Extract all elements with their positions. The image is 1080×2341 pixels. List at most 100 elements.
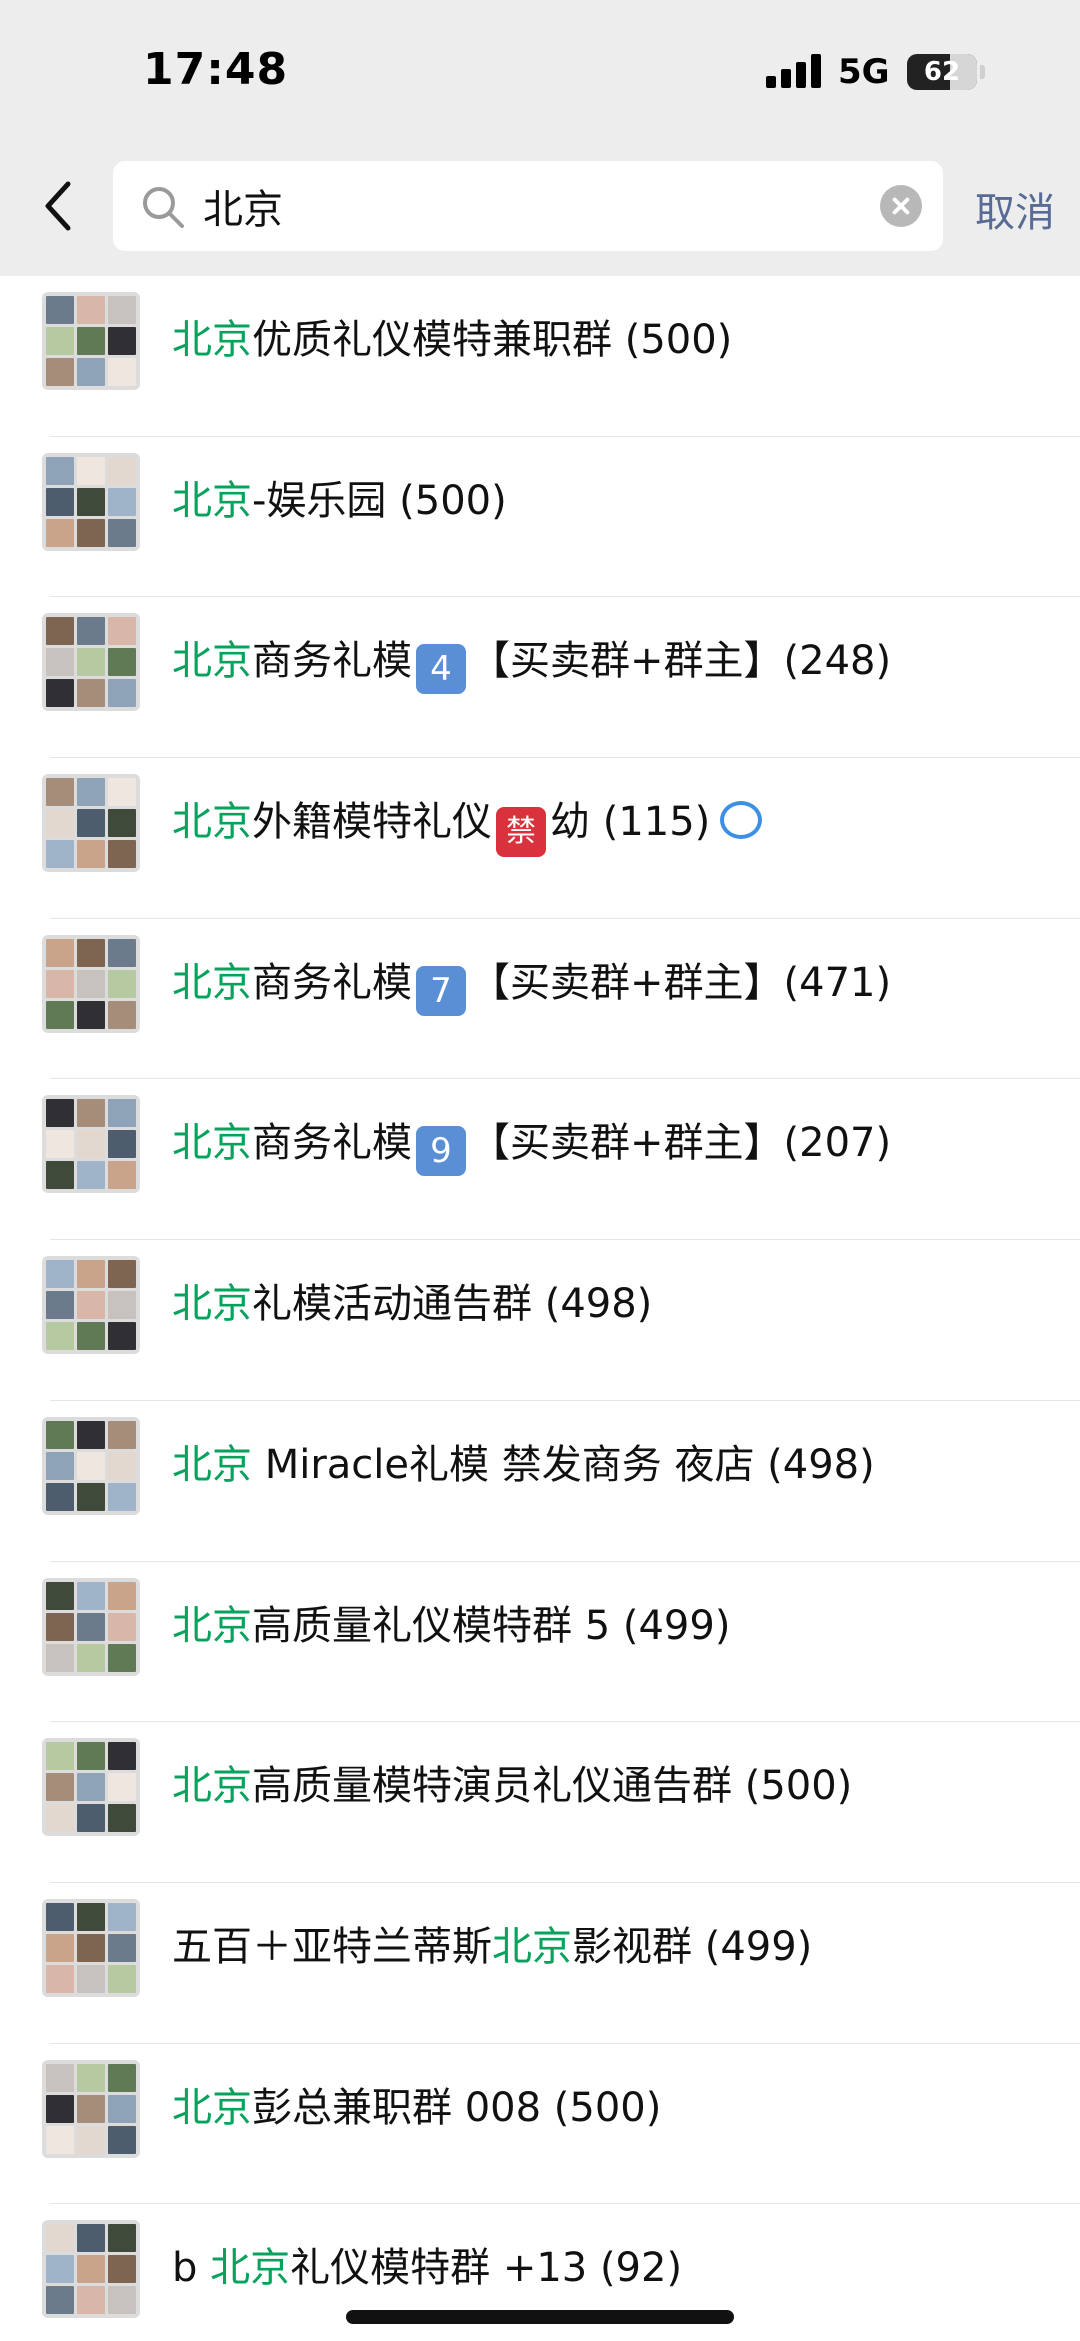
group-name-suffix: 幼 (115) bbox=[550, 799, 711, 846]
avatar-tile bbox=[77, 358, 105, 386]
avatar-tile bbox=[46, 938, 74, 967]
group-name-text: 影视群 (499) bbox=[572, 1923, 813, 1970]
group-name: 北京 Miracle礼模 禁发商务 夜店 (498) bbox=[172, 1435, 875, 1495]
avatar-tile bbox=[77, 1482, 105, 1511]
avatar-tile bbox=[77, 969, 105, 998]
cancel-button[interactable]: 取消 bbox=[975, 180, 1055, 238]
avatar-tile bbox=[108, 1322, 136, 1351]
group-name: 北京高质量礼仪模特群 5 (499) bbox=[172, 1596, 730, 1656]
avatar-tile bbox=[77, 1000, 105, 1029]
avatar-tile bbox=[77, 518, 105, 547]
search-input[interactable] bbox=[203, 173, 843, 239]
group-name-text: 商务礼模 bbox=[252, 1120, 412, 1167]
avatar-tile bbox=[108, 1451, 136, 1480]
search-bar[interactable] bbox=[113, 161, 943, 251]
avatar-tile bbox=[108, 1742, 136, 1771]
search-result-item[interactable]: 北京商务礼模 4 【买卖群+群主】(248) bbox=[0, 597, 1080, 759]
search-result-item[interactable]: 北京优质礼仪模特兼职群 (500) bbox=[0, 276, 1080, 437]
group-name-text: 优质礼仪模特兼职群 (500) bbox=[252, 317, 733, 363]
group-avatar bbox=[42, 1738, 140, 1837]
avatar-tile bbox=[77, 2286, 105, 2315]
avatar-tile bbox=[77, 1260, 105, 1289]
highlighted-keyword: 北京 bbox=[172, 638, 252, 685]
avatar-tile bbox=[46, 1773, 74, 1802]
status-time: 17:48 bbox=[143, 44, 289, 95]
avatar-tile bbox=[108, 1291, 136, 1320]
clear-search-icon[interactable] bbox=[880, 185, 922, 227]
avatar-tile bbox=[46, 1451, 74, 1480]
group-name: 五百＋亚特兰蒂斯北京影视群 (499) bbox=[172, 1917, 812, 1977]
battery-tip bbox=[980, 65, 985, 79]
avatar-tile bbox=[108, 2125, 136, 2154]
avatar-tile bbox=[77, 1964, 105, 1993]
search-result-item[interactable]: 北京高质量礼仪模特群 5 (499) bbox=[0, 1562, 1080, 1723]
group-avatar bbox=[42, 774, 140, 873]
home-indicator[interactable] bbox=[346, 2310, 734, 2324]
avatar-tile bbox=[108, 1000, 136, 1029]
group-name: 北京优质礼仪模特兼职群 (500) bbox=[172, 310, 732, 370]
group-avatar bbox=[42, 1256, 140, 1355]
avatar-tile bbox=[108, 1902, 136, 1931]
group-name: 北京-娱乐园 (500) bbox=[172, 471, 507, 531]
avatar-tile bbox=[77, 1902, 105, 1931]
avatar-tile bbox=[46, 1804, 74, 1833]
highlighted-keyword: 北京 bbox=[172, 1763, 252, 1810]
avatar-tile bbox=[108, 809, 136, 838]
status-bar: 17:48 5G 62 bbox=[0, 0, 1080, 140]
group-name-prefix: 五百＋亚特兰蒂斯 bbox=[172, 1923, 492, 1970]
search-result-item[interactable]: 北京彭总兼职群 008 (500) bbox=[0, 2044, 1080, 2205]
group-name-suffix: 【买卖群+群主】(248) bbox=[470, 638, 892, 685]
keycap-emoji-icon: 4 bbox=[416, 644, 466, 695]
avatar-tile bbox=[108, 358, 136, 386]
avatar-tile bbox=[108, 1643, 136, 1672]
avatar-tile bbox=[46, 456, 74, 485]
avatar-tile bbox=[77, 679, 105, 708]
group-name-text: 彭总兼职群 008 (500) bbox=[252, 2084, 662, 2131]
avatar-tile bbox=[77, 1161, 105, 1190]
group-name-text: -娱乐园 (500) bbox=[252, 477, 507, 524]
highlighted-keyword: 北京 bbox=[172, 1120, 252, 1167]
avatar-tile bbox=[46, 2286, 74, 2315]
avatar-tile bbox=[46, 1612, 74, 1641]
avatar-tile bbox=[77, 1933, 105, 1962]
group-avatar bbox=[42, 1577, 140, 1676]
search-result-item[interactable]: 北京高质量模特演员礼仪通告群 (500) bbox=[0, 1722, 1080, 1883]
group-name: 北京商务礼模 9 【买卖群+群主】(207) bbox=[172, 1113, 891, 1177]
group-name: 北京外籍模特礼仪禁幼 (115) bbox=[172, 792, 763, 858]
group-name-text: 高质量模特演员礼仪通告群 (500) bbox=[252, 1763, 853, 1810]
search-result-item[interactable]: 北京商务礼模 9 【买卖群+群主】(207) bbox=[0, 1079, 1080, 1241]
avatar-tile bbox=[77, 840, 105, 869]
search-result-item[interactable]: 北京-娱乐园 (500) bbox=[0, 437, 1080, 598]
avatar-tile bbox=[46, 358, 74, 386]
back-chevron-icon[interactable] bbox=[38, 178, 78, 234]
avatar-tile bbox=[46, 1420, 74, 1449]
avatar-tile bbox=[77, 1773, 105, 1802]
search-result-item[interactable]: 北京商务礼模 7 【买卖群+群主】(471) bbox=[0, 919, 1080, 1080]
avatar-tile bbox=[77, 456, 105, 485]
group-name: 北京商务礼模 7 【买卖群+群主】(471) bbox=[172, 953, 891, 1016]
avatar-tile bbox=[108, 778, 136, 807]
avatar-tile bbox=[46, 1099, 74, 1128]
avatar-tile bbox=[46, 648, 74, 677]
avatar-tile bbox=[108, 1933, 136, 1962]
avatar-tile bbox=[108, 2255, 136, 2284]
avatar-tile bbox=[46, 2255, 74, 2284]
search-result-item[interactable]: 北京礼模活动通告群 (498) bbox=[0, 1240, 1080, 1401]
search-result-item[interactable]: 五百＋亚特兰蒂斯北京影视群 (499) bbox=[0, 1883, 1080, 2044]
search-result-item[interactable]: 北京外籍模特礼仪禁幼 (115) bbox=[0, 758, 1080, 919]
avatar-tile bbox=[108, 296, 136, 324]
avatar-tile bbox=[46, 1260, 74, 1289]
avatar-tile bbox=[77, 617, 105, 646]
avatar-tile bbox=[77, 2063, 105, 2092]
avatar-tile bbox=[46, 296, 74, 324]
avatar-tile bbox=[77, 1322, 105, 1351]
avatar-tile bbox=[108, 938, 136, 967]
group-name-text: 商务礼模 bbox=[252, 959, 412, 1006]
group-avatar bbox=[42, 934, 140, 1033]
cellular-signal-icon bbox=[766, 54, 822, 88]
search-result-item[interactable]: 北京 Miracle礼模 禁发商务 夜店 (498) bbox=[0, 1401, 1080, 1562]
avatar-tile bbox=[108, 1773, 136, 1802]
avatar-tile bbox=[46, 1581, 74, 1610]
highlighted-keyword: 北京 bbox=[172, 1602, 252, 1649]
group-avatar bbox=[42, 1416, 140, 1515]
